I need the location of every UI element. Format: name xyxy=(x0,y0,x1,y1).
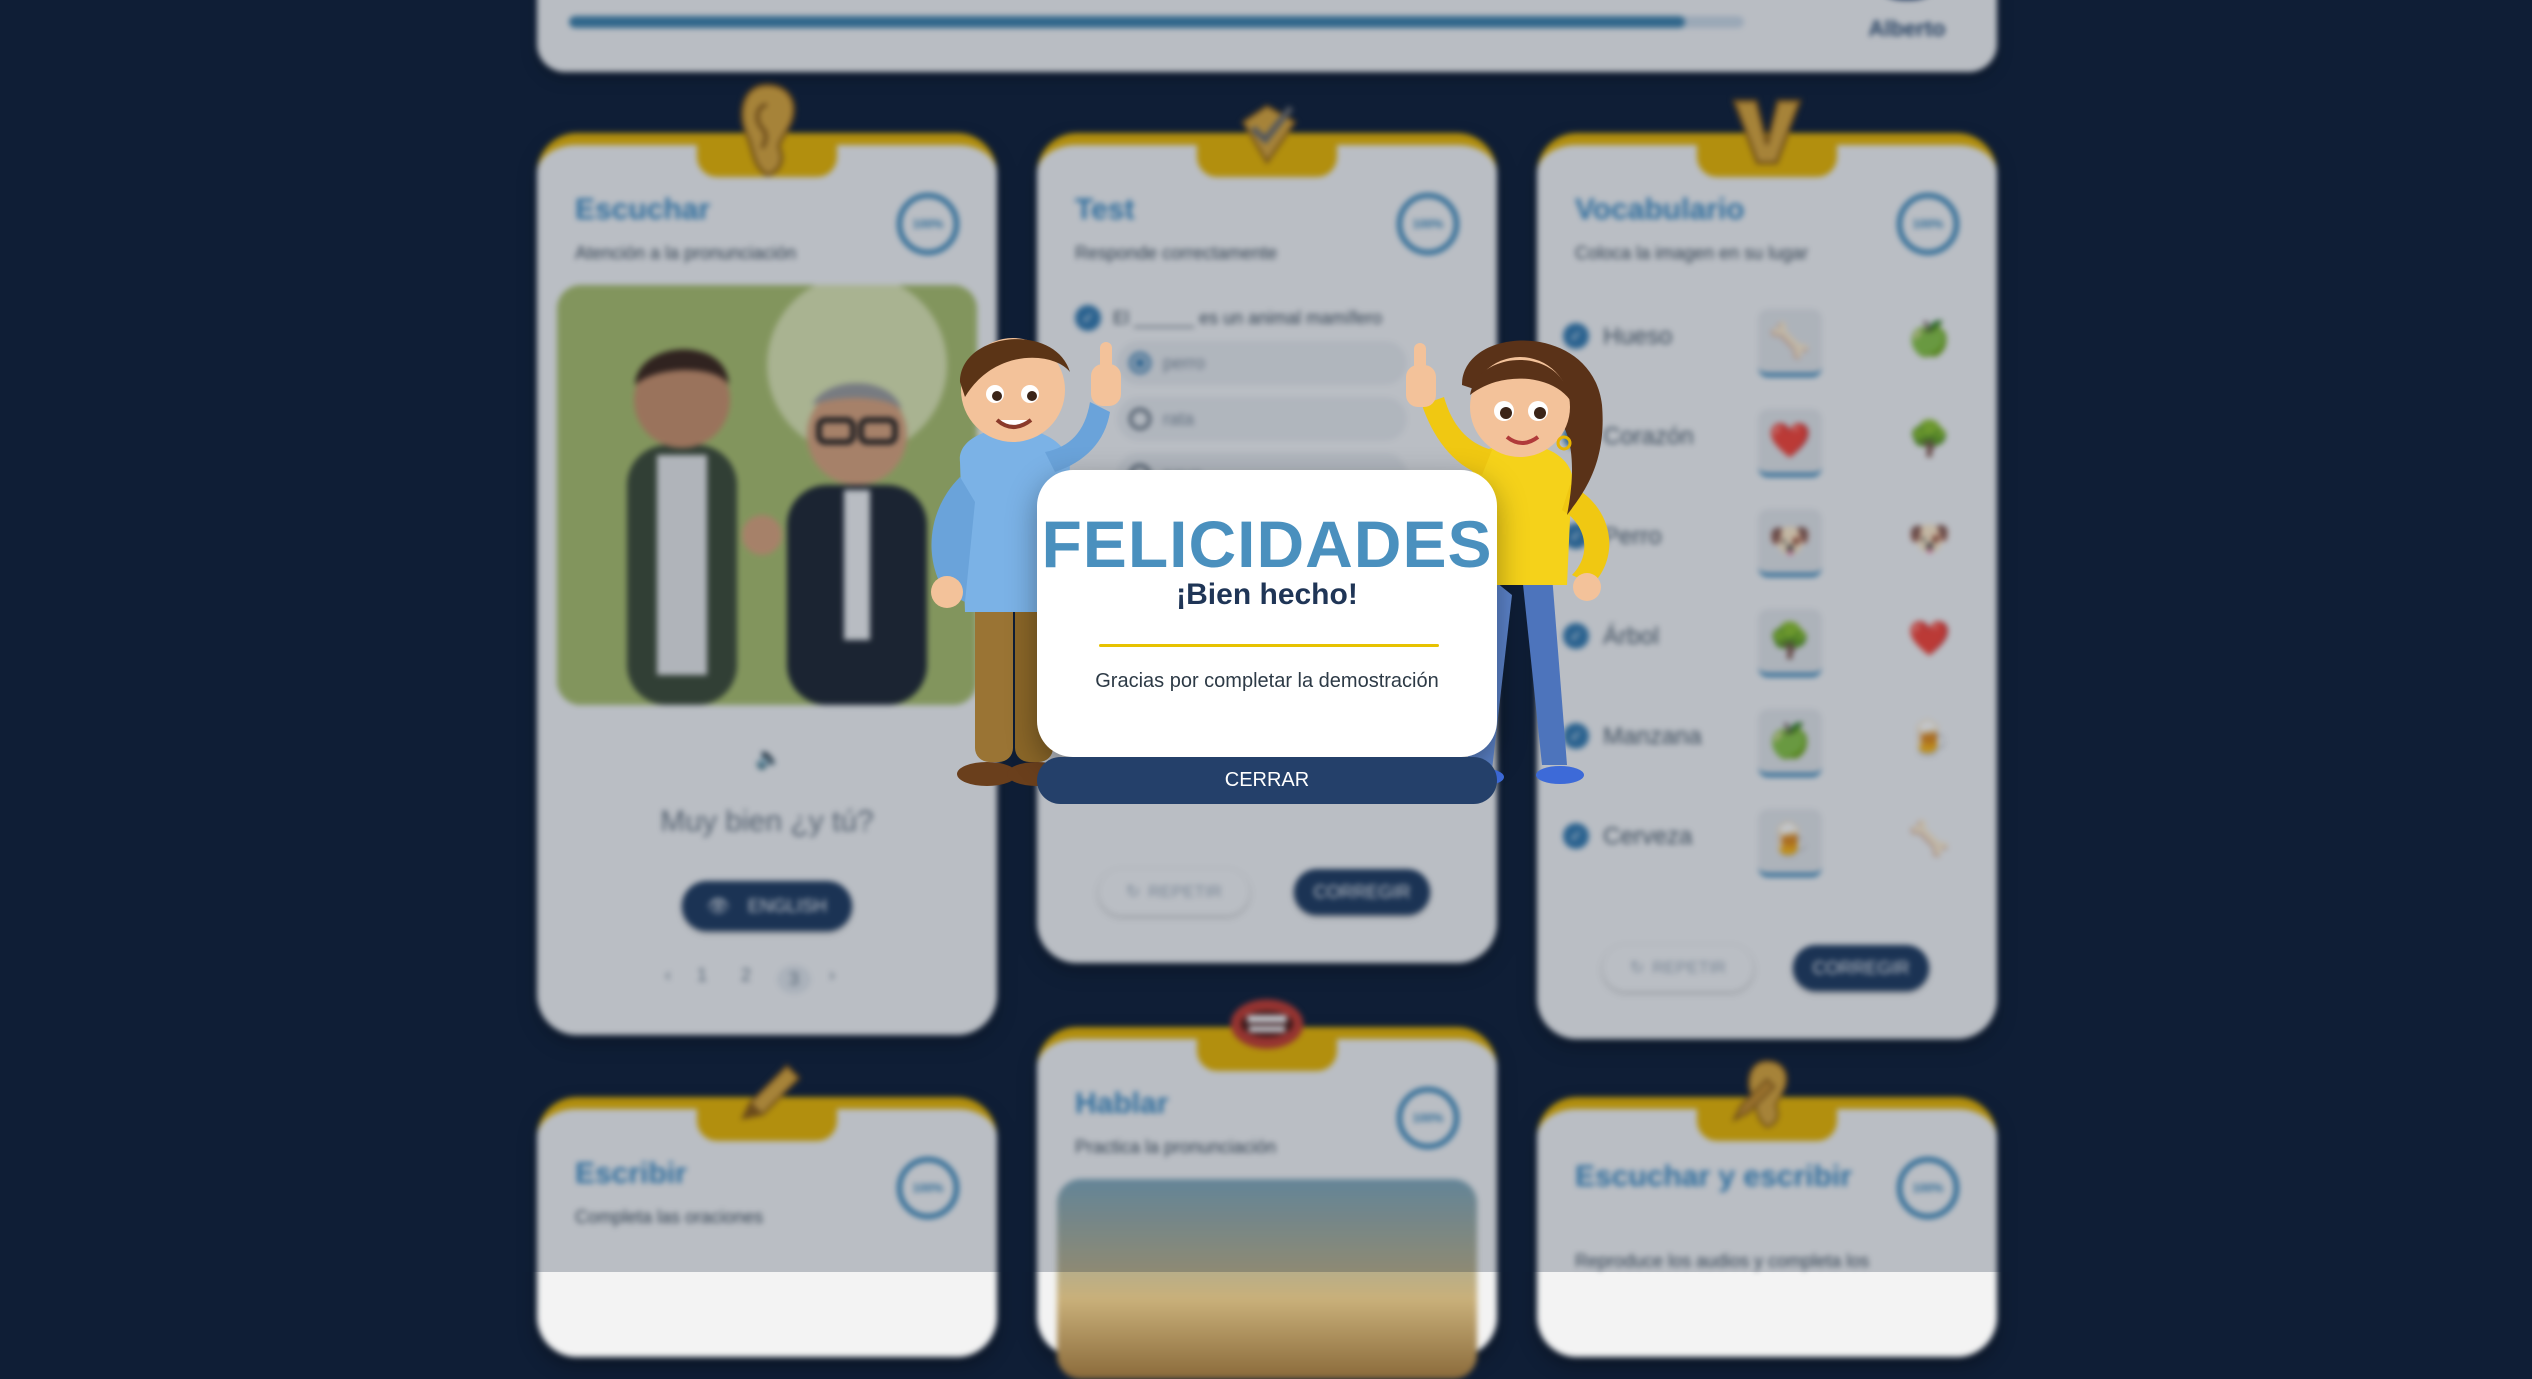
close-button[interactable]: CERRAR xyxy=(1037,757,1497,804)
modal-message: Gracias por completar la demostración xyxy=(1095,670,1439,692)
congrats-modal: FELICIDADES ¡Bien hecho! Gracias por com… xyxy=(1037,470,1497,757)
modal-divider xyxy=(1099,644,1439,647)
modal-headline: FELICIDADES xyxy=(1041,507,1493,581)
modal-subheadline: ¡Bien hecho! xyxy=(1176,578,1358,611)
